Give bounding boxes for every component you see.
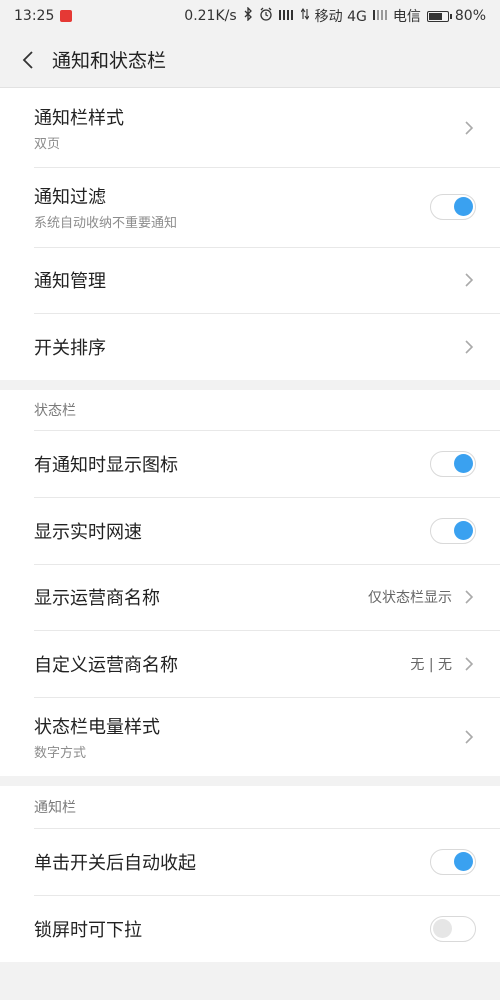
notification-filter-title: 通知过滤 bbox=[34, 187, 106, 208]
switch-order-title: 开关排序 bbox=[34, 337, 106, 359]
show-icon-title: 有通知时显示图标 bbox=[34, 454, 178, 476]
notification-bar-settings-group: 通知栏 单击开关后自动收起 锁屏时可下拉 bbox=[0, 786, 500, 962]
chevron-right-icon bbox=[462, 588, 476, 606]
lockscreen-pull-title: 锁屏时可下拉 bbox=[34, 919, 142, 941]
carrier-2: 电信 bbox=[392, 9, 421, 25]
auto-collapse-title: 单击开关后自动收起 bbox=[34, 852, 196, 874]
battery-style-title: 状态栏电量样式 bbox=[34, 716, 160, 738]
show-icon-row: 有通知时显示图标 bbox=[0, 430, 500, 497]
battery-style-row[interactable]: 状态栏电量样式 数字方式 bbox=[0, 697, 500, 776]
notification-settings-group: 通知栏样式 双页 通知过滤 系统自动收纳不重要通知 通知管理 开关排序 bbox=[0, 88, 500, 380]
status-bar-section-label: 状态栏 bbox=[34, 403, 76, 419]
chevron-right-icon bbox=[462, 271, 476, 289]
status-bar-right: 0.21K/s 移动 4G 电信 80% bbox=[184, 6, 486, 26]
status-time: 13:25 bbox=[14, 8, 55, 24]
show-speed-title: 显示实时网速 bbox=[34, 521, 142, 543]
chevron-right-icon bbox=[462, 655, 476, 673]
signal-bars-icon bbox=[278, 8, 295, 24]
carrier-name-title: 显示运营商名称 bbox=[34, 588, 160, 609]
notification-style-title: 通知栏样式 bbox=[34, 107, 124, 129]
lockscreen-pull-row: 锁屏时可下拉 bbox=[0, 895, 500, 962]
alarm-icon bbox=[259, 7, 273, 25]
carrier-1: 移动 4G bbox=[314, 9, 367, 25]
notification-manage-title: 通知管理 bbox=[34, 271, 106, 292]
auto-collapse-toggle[interactable] bbox=[430, 848, 476, 875]
battery-icon bbox=[426, 10, 452, 22]
status-bar-settings-group: 状态栏 有通知时显示图标 显示实时网速 显示运营商名称 仅状态栏显示 自定义运营… bbox=[0, 390, 500, 776]
auto-collapse-row: 单击开关后自动收起 bbox=[0, 828, 500, 895]
notification-bar-section-label: 通知栏 bbox=[34, 800, 76, 816]
notification-icon bbox=[60, 10, 73, 22]
signal-bars-2-icon bbox=[372, 8, 387, 24]
status-bar-left: 13:25 bbox=[14, 8, 73, 24]
battery-style-value: 数字方式 bbox=[34, 745, 87, 761]
carrier-name-row[interactable]: 显示运营商名称 仅状态栏显示 bbox=[0, 564, 500, 630]
custom-carrier-row[interactable]: 自定义运营商名称 无 | 无 bbox=[0, 630, 500, 697]
network-speed: 0.21K/s bbox=[184, 8, 237, 24]
notification-manage-row[interactable]: 通知管理 bbox=[0, 247, 500, 313]
bluetooth-icon bbox=[243, 6, 253, 25]
chevron-right-icon bbox=[462, 338, 476, 356]
app-header: 通知和状态栏 bbox=[0, 32, 500, 88]
show-speed-toggle[interactable] bbox=[430, 517, 476, 544]
switch-order-row[interactable]: 开关排序 bbox=[0, 313, 500, 380]
carrier-name-value: 仅状态栏显示 bbox=[368, 590, 452, 606]
battery-percent: 80% bbox=[454, 8, 486, 24]
data-transfer-icon bbox=[300, 8, 310, 24]
show-speed-row: 显示实时网速 bbox=[0, 497, 500, 564]
notification-filter-toggle[interactable] bbox=[430, 194, 476, 220]
back-arrow-icon[interactable] bbox=[8, 40, 48, 80]
status-bar: 13:25 0.21K/s 移动 4G 电信 80% bbox=[0, 0, 500, 32]
notification-filter-row: 通知过滤 系统自动收纳不重要通知 bbox=[0, 167, 500, 247]
custom-carrier-title: 自定义运营商名称 bbox=[34, 654, 178, 676]
page-title: 通知和状态栏 bbox=[52, 50, 167, 72]
chevron-right-icon bbox=[462, 728, 476, 746]
chevron-right-icon bbox=[462, 119, 476, 137]
custom-carrier-value: 无 | 无 bbox=[410, 656, 452, 673]
notification-style-row[interactable]: 通知栏样式 双页 bbox=[0, 88, 500, 167]
notification-style-value: 双页 bbox=[34, 136, 61, 152]
lockscreen-pull-toggle[interactable] bbox=[430, 915, 476, 942]
show-icon-toggle[interactable] bbox=[430, 450, 476, 477]
notification-filter-desc: 系统自动收纳不重要通知 bbox=[34, 216, 178, 231]
